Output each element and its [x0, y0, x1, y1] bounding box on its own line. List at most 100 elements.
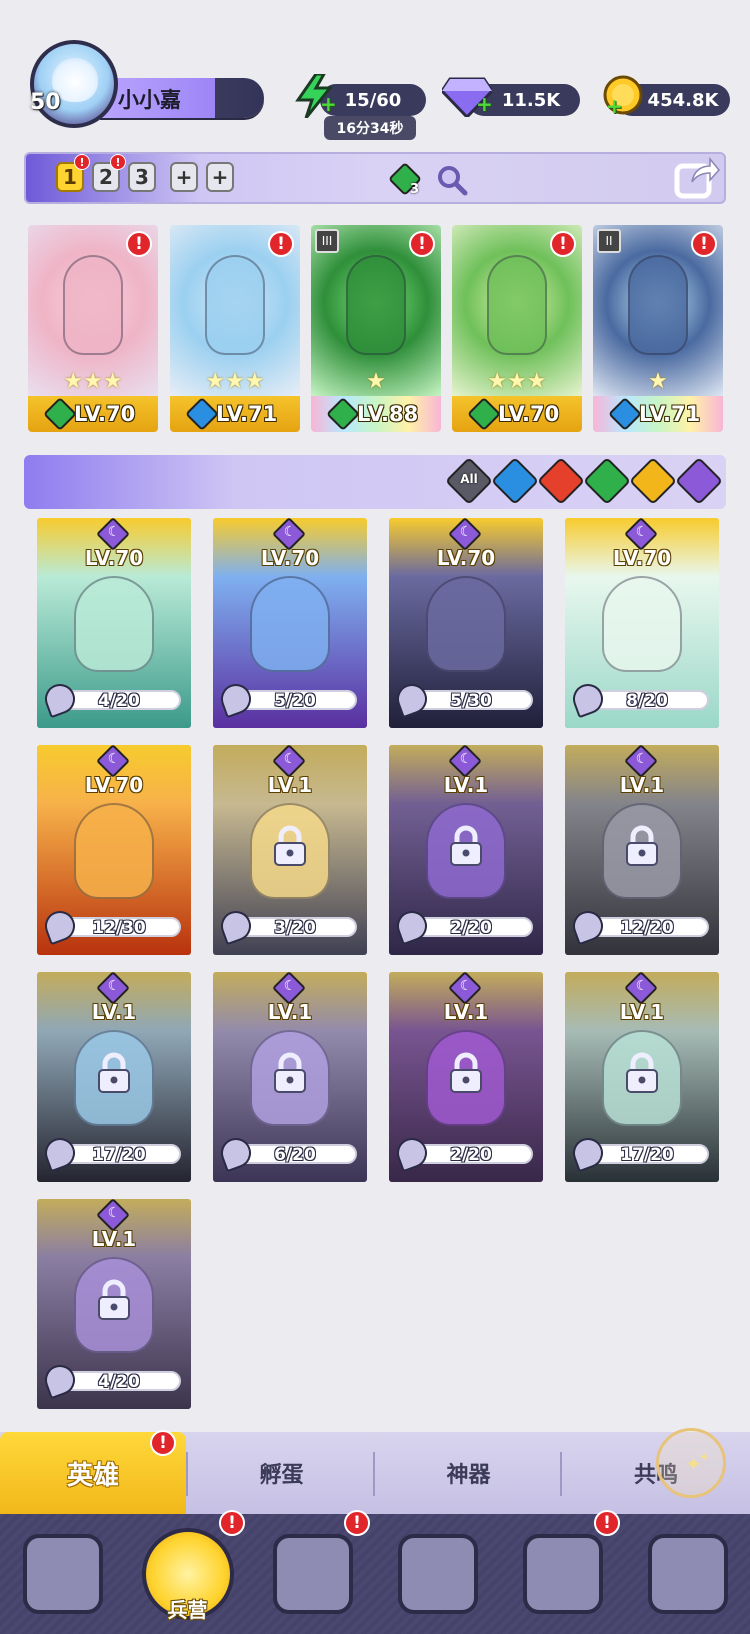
nav-castle[interactable]: [375, 1514, 500, 1634]
sub-tab-alert-badge: !: [150, 1430, 176, 1456]
lock-icon: [449, 1052, 483, 1094]
hero-level: LV.1: [91, 1000, 137, 1024]
team-hero-card[interactable]: ★★★ LV.70!: [28, 225, 158, 432]
hero-card[interactable]: ☾ LV.1 12/20: [565, 745, 719, 955]
hero-level: LV.88: [357, 402, 419, 426]
moon-icon: ☾: [283, 524, 297, 540]
lock-icon: [97, 1052, 131, 1094]
shard-count: 12/30: [92, 918, 146, 938]
moon-icon: ☾: [635, 978, 649, 994]
shard-count: 12/20: [620, 918, 674, 938]
shard-count: 2/20: [450, 1145, 492, 1165]
nav-alert-badge: !: [344, 1510, 370, 1536]
hero-stars: ★: [648, 369, 668, 394]
team-hero-card[interactable]: ★ LV.88 III!: [311, 225, 441, 432]
hero-card[interactable]: ☾ LV.1 6/20: [213, 972, 367, 1182]
hero-card[interactable]: ☾ LV.1 4/20: [37, 1199, 191, 1409]
moon-icon: ☾: [107, 524, 121, 540]
hero-figure: [74, 576, 154, 672]
hero-level: LV.1: [267, 773, 313, 797]
hero-card[interactable]: ☾ LV.70 4/20: [37, 518, 191, 728]
moon-icon: ☾: [459, 751, 473, 767]
search-icon[interactable]: [436, 164, 468, 196]
shard-count: 4/20: [98, 1372, 140, 1392]
team-hero-card[interactable]: ★★★ LV.70!: [452, 225, 582, 432]
energy-timer: 16分34秒: [324, 116, 416, 140]
shard-count: 2/20: [450, 918, 492, 938]
hero-card[interactable]: ☾ LV.70 5/20: [213, 518, 367, 728]
sub-tab-2[interactable]: 孵蛋: [188, 1432, 375, 1514]
hero-card[interactable]: ☾ LV.1 17/20: [37, 972, 191, 1182]
hero-stars: ★★★: [487, 369, 547, 394]
gem-plus-icon[interactable]: +: [476, 92, 493, 116]
hero-card[interactable]: ☾ LV.70 12/30: [37, 745, 191, 955]
hero-alert-badge: !: [268, 231, 294, 257]
shard-count: 6/20: [274, 1145, 316, 1165]
hero-alert-badge: !: [691, 231, 717, 257]
moon-icon: ☾: [283, 978, 297, 994]
lock-icon: [625, 1052, 659, 1094]
gem-value: 11.5K: [501, 89, 561, 111]
player-name: 小小嘉: [118, 88, 181, 112]
hero-figure: [628, 255, 688, 355]
hero-card[interactable]: ☾ LV.70 5/30: [389, 518, 543, 728]
team-tab-5[interactable]: +: [206, 162, 234, 192]
hero-level: LV.70: [84, 773, 144, 797]
team-tab-4[interactable]: +: [170, 162, 198, 192]
nav-alert-badge: !: [219, 1510, 245, 1536]
lock-icon: [97, 1279, 131, 1321]
hero-level: LV.70: [498, 402, 560, 426]
hero-figure: [602, 576, 682, 672]
share-icon[interactable]: [674, 156, 720, 200]
lock-icon: [273, 825, 307, 867]
nav-guild[interactable]: [625, 1514, 750, 1634]
hero-figure: [346, 255, 406, 355]
hero-card[interactable]: ☾ LV.70 8/20: [565, 518, 719, 728]
hero-figure: [74, 803, 154, 899]
energy-plus-icon[interactable]: +: [320, 92, 337, 116]
sparkle-effect-icon: ✦ ✦: [656, 1428, 726, 1498]
hero-alert-badge: !: [409, 231, 435, 257]
hero-level: LV.70: [260, 546, 320, 570]
shard-count: 17/20: [620, 1145, 674, 1165]
gold-plus-icon[interactable]: +: [606, 94, 623, 118]
hero-level: LV.1: [619, 773, 665, 797]
hero-figure: [487, 255, 547, 355]
hero-level: LV.70: [612, 546, 672, 570]
mushroom-icon: [522, 1534, 603, 1614]
hero-figure: [63, 255, 123, 355]
moon-icon: ☾: [635, 751, 649, 767]
moon-icon: ☾: [459, 524, 473, 540]
shard-count: 5/20: [274, 691, 316, 711]
moon-icon: ☾: [107, 1205, 121, 1221]
nav-alert-badge: !: [594, 1510, 620, 1536]
moon-icon: ☾: [283, 751, 297, 767]
hero-level: LV.1: [443, 773, 489, 797]
hero-level: LV.70: [74, 402, 136, 426]
team-tab-3[interactable]: 3: [128, 162, 156, 192]
shard-count: 3/20: [274, 918, 316, 938]
energy-value: 15/60: [344, 89, 402, 111]
team-tab-alert-badge: !: [110, 154, 126, 170]
filter-all-label: All: [460, 472, 478, 486]
hero-card[interactable]: ☾ LV.1 2/20: [389, 972, 543, 1182]
hero-level: LV.1: [443, 1000, 489, 1024]
lock-icon: [625, 825, 659, 867]
team-hero-card[interactable]: ★ LV.71 II!: [593, 225, 723, 432]
tab-divider: [560, 1452, 562, 1496]
hero-card[interactable]: ☾ LV.1 17/20: [565, 972, 719, 1182]
hero-stars: ★: [366, 369, 386, 394]
cards-icon: [22, 1534, 103, 1614]
hero-card[interactable]: ☾ LV.1 3/20: [213, 745, 367, 955]
sub-tab-3[interactable]: 神器: [375, 1432, 562, 1514]
nav-cards[interactable]: [0, 1514, 125, 1634]
shard-count: 8/20: [626, 691, 668, 711]
team-hero-card[interactable]: ★★★ LV.71!: [170, 225, 300, 432]
hero-level: LV.70: [84, 546, 144, 570]
tab-divider: [186, 1452, 188, 1496]
tab-divider: [373, 1452, 375, 1496]
lock-icon: [273, 1052, 307, 1094]
hero-level: LV.71: [639, 402, 701, 426]
moon-icon: ☾: [635, 524, 649, 540]
hero-card[interactable]: ☾ LV.1 2/20: [389, 745, 543, 955]
